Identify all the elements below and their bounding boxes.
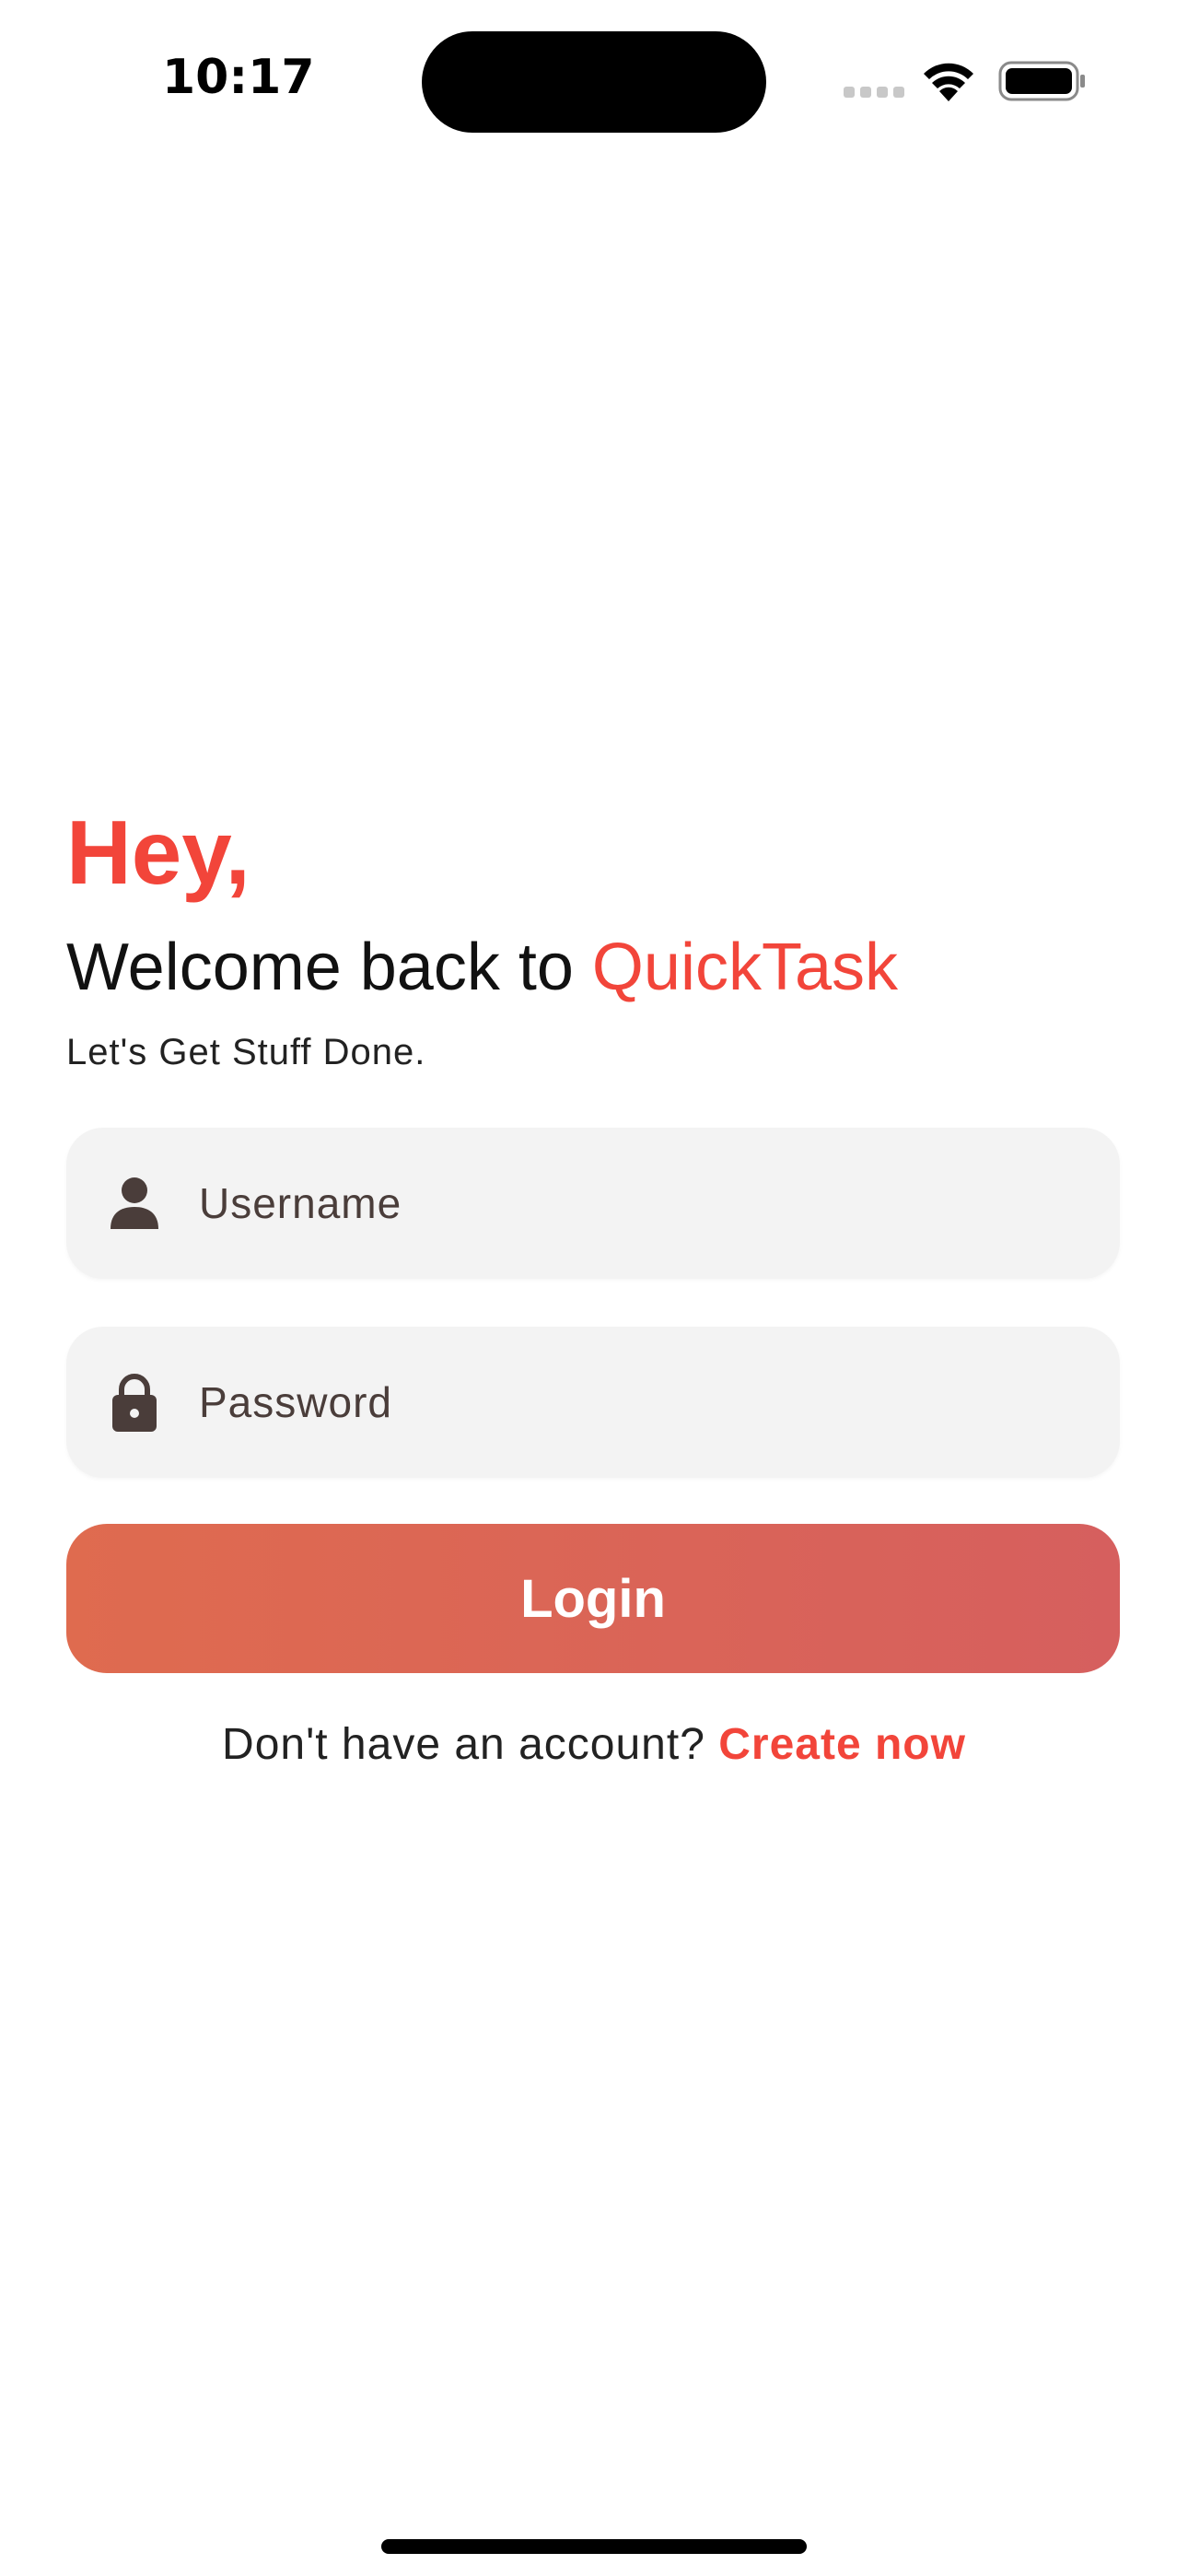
password-input[interactable] <box>199 1327 1083 1478</box>
tagline: Let's Get Stuff Done. <box>66 1032 426 1072</box>
signup-row: Don't have an account? Create now <box>0 1719 1188 1770</box>
username-field[interactable] <box>66 1128 1120 1279</box>
person-icon <box>111 1177 158 1229</box>
lock-icon <box>112 1374 157 1432</box>
create-account-link[interactable]: Create now <box>718 1720 966 1769</box>
username-input[interactable] <box>199 1128 1083 1279</box>
battery-icon <box>998 61 1085 101</box>
password-field[interactable] <box>66 1327 1120 1478</box>
app-name: QuickTask <box>591 931 898 1004</box>
wifi-icon <box>924 63 973 101</box>
home-indicator[interactable] <box>381 2539 807 2554</box>
dynamic-island <box>422 31 766 133</box>
greeting-title: Hey, <box>66 802 250 903</box>
welcome-prefix: Welcome back to <box>66 931 592 1004</box>
welcome-heading: Welcome back to QuickTask <box>66 934 898 1001</box>
signal-icon <box>844 87 904 98</box>
status-bar: 10:17 <box>0 0 1188 157</box>
signup-prompt: Don't have an account? <box>222 1720 719 1769</box>
login-button-label: Login <box>520 1568 666 1629</box>
login-button[interactable]: Login <box>66 1524 1120 1673</box>
status-time: 10:17 <box>162 50 315 105</box>
